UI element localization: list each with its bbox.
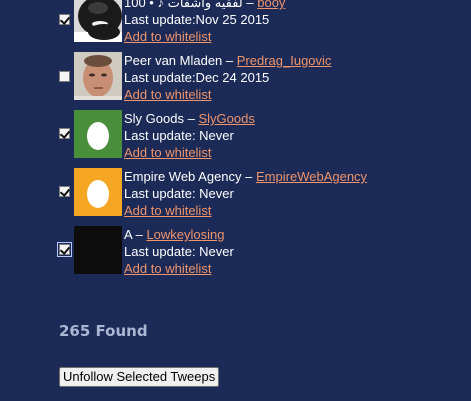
user-list: 100 • ♪ لفقيه وأشفات – booy Last update:… — [0, 0, 471, 284]
user-name: 100 • ♪ لفقيه وأشفات — [124, 0, 243, 10]
checkmark-icon — [59, 244, 71, 255]
last-update-text: Last update: Never — [124, 186, 234, 201]
user-info: Sly Goods – SlyGoods Last update: Never … — [124, 110, 255, 161]
last-update-text: Last update: Never — [124, 128, 234, 143]
user-handle-link[interactable]: Lowkeylosing — [146, 227, 224, 242]
add-to-whitelist-link[interactable]: Add to whitelist — [124, 87, 211, 102]
user-name: A — [124, 227, 132, 242]
select-checkbox[interactable] — [59, 71, 70, 82]
user-info: Empire Web Agency – EmpireWebAgency Last… — [124, 168, 367, 219]
user-name: Peer van Mladen — [124, 53, 223, 68]
add-to-whitelist-link[interactable]: Add to whitelist — [124, 29, 211, 44]
name-separator: – — [241, 169, 257, 184]
user-info: A – Lowkeylosing Last update: Never Add … — [124, 226, 234, 277]
name-separator: – — [131, 227, 147, 242]
name-separator: – — [242, 0, 258, 10]
checkmark-icon — [59, 14, 71, 25]
add-to-whitelist-link[interactable]: Add to whitelist — [124, 261, 211, 276]
select-checkbox[interactable] — [59, 186, 71, 197]
unfollow-selected-button[interactable]: Unfollow Selected Tweeps — [59, 367, 220, 387]
user-row: Empire Web Agency – EmpireWebAgency Last… — [0, 168, 471, 226]
user-info: Peer van Mladen – Predrag_Iugovic Last u… — [124, 52, 331, 103]
user-handle-link[interactable]: Predrag_Iugovic — [237, 53, 332, 68]
last-update-text: Last update:Nov 25 2015 — [124, 12, 270, 27]
select-checkbox[interactable] — [57, 242, 72, 257]
avatar — [74, 226, 122, 274]
default-egg-avatar — [74, 168, 122, 216]
checkmark-icon — [59, 128, 71, 139]
select-checkbox[interactable] — [59, 14, 71, 25]
last-update-text: Last update:Dec 24 2015 — [124, 70, 270, 85]
avatar — [74, 0, 122, 42]
add-to-whitelist-link[interactable]: Add to whitelist — [124, 203, 211, 218]
user-name: Empire Web Agency — [124, 169, 242, 184]
user-handle-link[interactable]: SlyGoods — [198, 111, 254, 126]
user-row: Sly Goods – SlyGoods Last update: Never … — [0, 110, 471, 168]
avatar — [74, 52, 122, 100]
user-row: Peer van Mladen – Predrag_Iugovic Last u… — [0, 52, 471, 110]
user-row: A – Lowkeylosing Last update: Never Add … — [0, 226, 471, 284]
default-egg-avatar — [74, 110, 122, 158]
user-handle-link[interactable]: EmpireWebAgency — [256, 169, 367, 184]
add-to-whitelist-link[interactable]: Add to whitelist — [124, 145, 211, 160]
user-name: Sly Goods — [124, 111, 184, 126]
last-update-text: Last update: Never — [124, 244, 234, 259]
user-info: 100 • ♪ لفقيه وأشفات – booy Last update:… — [124, 0, 285, 45]
found-count: 265 Found — [59, 322, 148, 340]
select-checkbox[interactable] — [59, 128, 71, 139]
user-handle-link[interactable]: booy — [257, 0, 285, 10]
checkmark-icon — [59, 186, 71, 197]
name-separator: – — [183, 111, 199, 126]
user-row: 100 • ♪ لفقيه وأشفات – booy Last update:… — [0, 0, 471, 52]
name-separator: – — [222, 53, 237, 68]
